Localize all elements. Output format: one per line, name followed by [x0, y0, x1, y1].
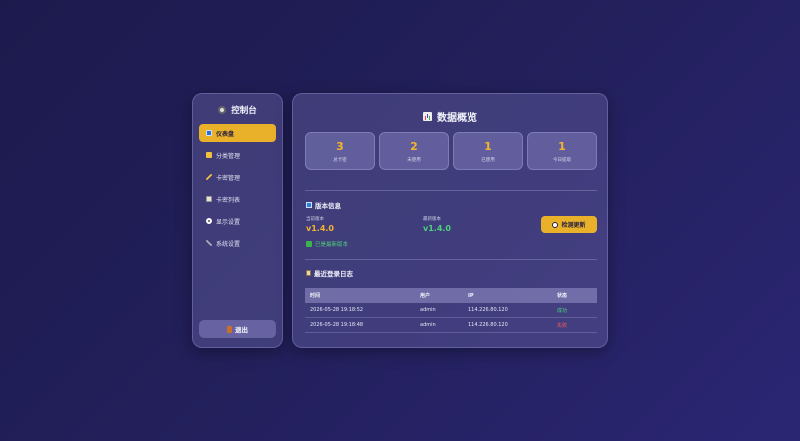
- stat-card-total: 3 总卡密: [305, 132, 375, 170]
- latest-version-value: v1.4.0: [423, 224, 451, 233]
- stat-value: 1: [484, 139, 492, 153]
- version-heading: 版本信息: [315, 202, 341, 210]
- stat-label: 未使用: [407, 157, 421, 163]
- stat-card-used: 1 已使用: [453, 132, 523, 170]
- stats-row: 3 总卡密 2 未使用 1 已使用 1 今日提取: [305, 132, 597, 170]
- cell-time: 2026-05-28 19:18:52: [310, 307, 364, 313]
- sidebar-item-label: 卡密管理: [216, 174, 241, 182]
- stat-value: 1: [558, 139, 566, 153]
- wrench-icon: [206, 240, 212, 246]
- column-header-status: 状态: [557, 293, 568, 299]
- cell-user: admin: [420, 322, 436, 328]
- eye-icon: [206, 218, 212, 224]
- check-update-button[interactable]: 检测更新: [541, 216, 597, 233]
- clipboard-icon: [306, 270, 311, 276]
- table-row: 2026-05-28 19:18:48 admin 114.226.80.120…: [305, 318, 597, 333]
- current-version-label: 当前版本: [306, 217, 324, 222]
- stat-label: 已使用: [481, 157, 495, 163]
- cell-ip: 114.226.80.120: [468, 307, 508, 313]
- page-title: 数据概览: [437, 112, 477, 124]
- sidebar-item-card-management[interactable]: 卡密管理: [199, 168, 276, 186]
- login-log-section-header: 最近登录日志: [306, 268, 353, 278]
- stat-card-unused: 2 未使用: [379, 132, 449, 170]
- sidebar-item-categories[interactable]: 分类管理: [199, 146, 276, 164]
- sidebar-item-card-list[interactable]: 卡密列表: [199, 190, 276, 208]
- login-log-table: 时间 用户 IP 状态 2026-05-28 19:18:52 admin 11…: [305, 288, 597, 333]
- door-icon: [227, 325, 232, 333]
- check-update-label: 检测更新: [561, 222, 586, 229]
- checkmark-icon: [306, 241, 312, 247]
- stat-value: 3: [336, 139, 344, 153]
- divider: [305, 259, 597, 260]
- bar-chart-icon: [423, 111, 432, 121]
- sidebar: 控制台 仪表盘 分类管理 卡密管理 卡密列表 显示设置 系统设置 退出: [192, 93, 283, 348]
- logout-button[interactable]: 退出: [199, 320, 276, 338]
- search-icon: [552, 221, 559, 228]
- cell-status-fail: 失败: [557, 322, 568, 329]
- main-panel: 数据概览 3 总卡密 2 未使用 1 已使用 1 今日提取 版本信息 当前版本 …: [292, 93, 608, 348]
- sidebar-item-display-settings[interactable]: 显示设置: [199, 212, 276, 230]
- logout-label: 退出: [235, 326, 248, 334]
- stat-value: 2: [410, 139, 418, 153]
- list-icon: [206, 196, 212, 202]
- login-log-heading: 最近登录日志: [314, 270, 353, 278]
- column-header-ip: IP: [468, 292, 474, 299]
- stat-card-today: 1 今日提取: [527, 132, 597, 170]
- table-row: 2026-05-28 19:18:52 admin 114.226.80.120…: [305, 303, 597, 318]
- sidebar-title: 控制台: [231, 106, 257, 116]
- dashboard-icon: [206, 130, 212, 136]
- version-section-header: 版本信息: [306, 200, 341, 210]
- column-header-time: 时间: [310, 293, 321, 299]
- sidebar-item-label: 卡密列表: [216, 196, 241, 204]
- sidebar-nav: 仪表盘 分类管理 卡密管理 卡密列表 显示设置 系统设置: [199, 124, 276, 256]
- sidebar-item-label: 显示设置: [216, 218, 241, 226]
- folder-icon: [206, 152, 212, 158]
- sidebar-item-dashboard[interactable]: 仪表盘: [199, 124, 276, 142]
- stat-label: 总卡密: [333, 157, 347, 163]
- sidebar-item-label: 仪表盘: [216, 130, 235, 138]
- stat-label: 今日提取: [553, 157, 571, 163]
- cell-status-success: 成功: [557, 307, 568, 314]
- info-icon: [306, 202, 312, 208]
- cell-user: admin: [420, 307, 436, 313]
- gear-icon: [218, 106, 227, 114]
- table-header: 时间 用户 IP 状态: [305, 288, 597, 303]
- pencil-icon: [206, 174, 212, 180]
- version-status: 已是最新版本: [306, 240, 348, 248]
- cell-ip: 114.226.80.120: [468, 322, 508, 328]
- column-header-user: 用户: [420, 293, 431, 299]
- sidebar-header: 控制台: [193, 103, 282, 117]
- cell-time: 2026-05-28 19:18:48: [310, 322, 364, 328]
- version-status-text: 已是最新版本: [315, 242, 349, 248]
- latest-version-label: 最新版本: [423, 217, 441, 222]
- sidebar-item-label: 系统设置: [216, 240, 241, 248]
- divider: [305, 190, 597, 191]
- sidebar-item-system-settings[interactable]: 系统设置: [199, 234, 276, 252]
- sidebar-item-label: 分类管理: [216, 152, 241, 160]
- current-version-value: v1.4.0: [306, 224, 334, 233]
- page-header: 数据概览: [293, 108, 607, 124]
